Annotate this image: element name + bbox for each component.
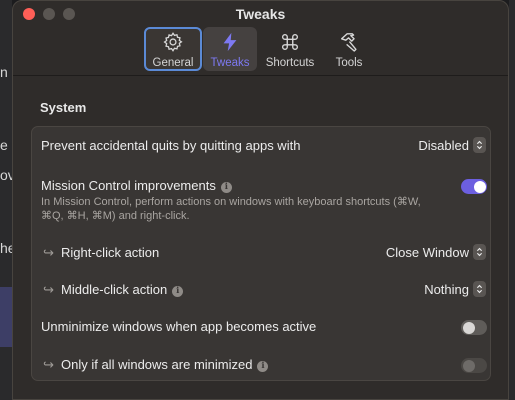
tab-shortcuts[interactable]: Shortcuts: [261, 27, 319, 71]
chevron-updown-icon: [473, 244, 486, 260]
section-title: System: [40, 100, 87, 115]
chevron-updown-icon: [473, 281, 486, 297]
bolt-icon: [223, 32, 237, 52]
preferences-toolbar: General Tweaks Shortcuts Tools: [13, 27, 508, 73]
only-if-minimized-label: Only if all windows are minimized: [61, 357, 253, 372]
toggle-knob: [473, 180, 486, 193]
hammer-icon: [340, 33, 357, 52]
unminimize-toggle[interactable]: [461, 320, 487, 335]
popup-value: Close Window: [385, 244, 469, 260]
mission-control-row: Mission Control improvements i: [41, 178, 232, 193]
popup-value: Nothing: [424, 281, 469, 297]
toggle-knob: [462, 321, 475, 334]
unminimize-label: Unminimize windows when app becomes acti…: [41, 319, 317, 334]
mission-control-description: In Mission Control, perform actions on w…: [41, 196, 421, 222]
mission-control-label: Mission Control improvements: [41, 178, 216, 193]
settings-window: Tweaks General Tweaks Shortcuts Tools Sy…: [12, 0, 509, 400]
tab-label: Shortcuts: [265, 57, 315, 69]
tab-label: Tweaks: [210, 57, 250, 69]
tab-label: General: [152, 57, 194, 69]
toggle-knob: [462, 359, 475, 372]
right-click-label: Right-click action: [61, 245, 160, 260]
indent-arrow-icon: ↪: [43, 245, 54, 260]
window-title: Tweaks: [235, 6, 286, 22]
only-if-minimized-toggle[interactable]: [461, 358, 487, 373]
indent-arrow-icon: ↪: [43, 282, 54, 297]
info-icon[interactable]: i: [220, 182, 232, 193]
info-icon[interactable]: i: [257, 361, 269, 372]
only-if-minimized-row: Only if all windows are minimized i: [61, 357, 269, 372]
tab-general[interactable]: General: [144, 27, 202, 71]
chevron-updown-icon: [473, 137, 486, 153]
background-thumbnail: [0, 287, 12, 347]
tab-label: Tools: [335, 57, 363, 69]
title-bar: Tweaks: [13, 1, 508, 27]
indent-arrow-icon: ↪: [43, 357, 54, 372]
tab-tweaks[interactable]: Tweaks: [203, 27, 257, 71]
mission-control-toggle[interactable]: [461, 179, 487, 194]
right-click-popup[interactable]: Close Window: [386, 244, 486, 260]
middle-click-row: Middle-click action i: [61, 282, 184, 297]
popup-value: Disabled: [418, 137, 469, 153]
background-text: e: [0, 137, 8, 153]
prevent-quits-label: Prevent accidental quits by quitting app…: [41, 138, 301, 153]
middle-click-popup[interactable]: Nothing: [424, 281, 486, 297]
background-app-right: [509, 0, 515, 400]
command-icon: [282, 34, 298, 50]
gear-icon: [163, 32, 183, 52]
middle-click-label: Middle-click action: [61, 282, 168, 297]
info-icon[interactable]: i: [172, 286, 184, 297]
prevent-quits-popup[interactable]: Disabled: [418, 137, 486, 153]
toolbar-divider: [13, 75, 508, 76]
tab-tools[interactable]: Tools: [323, 27, 375, 71]
system-settings-panel: Prevent accidental quits by quitting app…: [31, 126, 491, 381]
background-text: n: [0, 64, 8, 80]
